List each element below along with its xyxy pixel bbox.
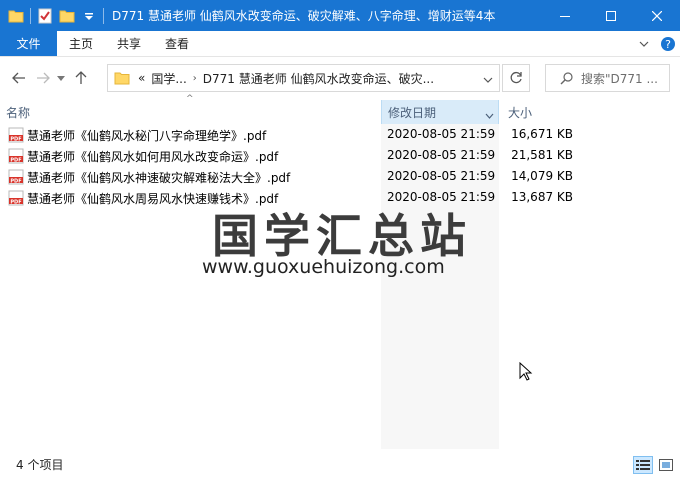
arrow-right-icon (37, 72, 50, 84)
column-header-date[interactable]: 修改日期 (381, 100, 499, 124)
column-filter-button[interactable] (485, 108, 494, 122)
file-name: 慧通老师《仙鹤风水如何用风水改变命运》.pdf (27, 150, 279, 164)
tab-file[interactable]: 文件 (0, 31, 57, 56)
up-button[interactable] (70, 66, 92, 90)
help-icon: ? (661, 36, 675, 51)
chevron-down-icon (483, 77, 493, 83)
folder-icon (114, 71, 132, 85)
address-bar[interactable]: « 国学... › D771 慧通老师 仙鹤风水改变命运、破灾... (107, 64, 500, 92)
pdf-file-icon: PDF (8, 127, 24, 143)
navigation-bar: « 国学... › D771 慧通老师 仙鹤风水改变命运、破灾... 搜索"D7… (0, 58, 680, 98)
file-row[interactable]: PDF 慧通老师《仙鹤风水秘门八字命理绝学》.pdf 2020-08-05 21… (0, 124, 600, 145)
file-name: 慧通老师《仙鹤风水秘门八字命理绝学》.pdf (27, 129, 267, 143)
mouse-cursor-icon (519, 362, 533, 381)
column-header-date-label: 修改日期 (388, 105, 437, 120)
file-date: 2020-08-05 21:59 (387, 148, 496, 162)
close-button[interactable] (634, 0, 680, 31)
tab-share[interactable]: 共享 (105, 31, 153, 56)
svg-text:PDF: PDF (10, 136, 21, 142)
file-date: 2020-08-05 21:59 (387, 169, 496, 183)
back-button[interactable] (8, 66, 30, 90)
item-count: 4 个项目 (16, 458, 64, 472)
large-icons-view-icon (659, 459, 673, 471)
tab-home[interactable]: 主页 (57, 31, 105, 56)
refresh-icon (510, 71, 522, 84)
arrow-left-icon (12, 72, 25, 84)
window-title: D771 慧通老师 仙鹤风水改变命运、破灾解难、八字命理、增财运等4本 (112, 9, 496, 23)
ribbon-tabs: 文件 主页 共享 查看 ? (0, 31, 680, 57)
chevron-down-icon (57, 75, 65, 81)
search-input[interactable]: 搜索"D771 ... (581, 70, 658, 87)
maximize-button[interactable] (588, 0, 634, 31)
file-list: PDF 慧通老师《仙鹤风水秘门八字命理绝学》.pdf 2020-08-05 21… (0, 124, 680, 449)
svg-text:PDF: PDF (10, 199, 21, 205)
divider (103, 7, 104, 24)
column-headers: 名称 修改日期 大小 (0, 100, 680, 124)
folder-icon[interactable] (8, 8, 24, 24)
file-row[interactable]: PDF 慧通老师《仙鹤风水如何用风水改变命运》.pdf 2020-08-05 2… (0, 145, 600, 166)
arrow-up-icon (75, 71, 87, 84)
new-folder-icon[interactable] (59, 8, 75, 24)
breadcrumb-overflow[interactable]: « (138, 71, 145, 85)
quick-access-toolbar (0, 0, 110, 31)
file-date: 2020-08-05 21:59 (387, 127, 496, 141)
watermark-url: www.guoxuehuizong.com (202, 256, 445, 278)
divider (30, 7, 31, 24)
recent-locations-button[interactable] (54, 66, 68, 90)
chevron-right-icon[interactable]: › (193, 73, 197, 84)
forward-button[interactable] (32, 66, 54, 90)
chevron-down-icon (485, 113, 494, 119)
pdf-file-icon: PDF (8, 190, 24, 206)
svg-text:PDF: PDF (10, 178, 21, 184)
file-size: 21,581 KB (511, 148, 573, 162)
file-size: 13,687 KB (511, 190, 573, 204)
window-controls (542, 0, 680, 31)
refresh-button[interactable] (502, 64, 530, 92)
title-bar: D771 慧通老师 仙鹤风水改变命运、破灾解难、八字命理、增财运等4本 (0, 0, 680, 31)
details-view-icon (636, 460, 650, 470)
tab-view[interactable]: 查看 (153, 31, 201, 56)
minimize-button[interactable] (542, 0, 588, 31)
breadcrumb-parent[interactable]: 国学... (151, 70, 186, 87)
file-size: 16,671 KB (511, 127, 573, 141)
address-dropdown-button[interactable] (483, 72, 493, 86)
svg-text:PDF: PDF (10, 157, 21, 163)
large-icons-view-button[interactable] (656, 456, 676, 474)
search-box[interactable]: 搜索"D771 ... (545, 64, 670, 92)
details-view-button[interactable] (633, 456, 653, 474)
help-button[interactable]: ? (656, 31, 680, 56)
close-icon (652, 10, 662, 21)
column-header-name[interactable]: 名称 (6, 100, 380, 124)
pdf-file-icon: PDF (8, 148, 24, 164)
search-icon (560, 71, 573, 85)
svg-text:?: ? (665, 38, 671, 51)
breadcrumb-current[interactable]: D771 慧通老师 仙鹤风水改变命运、破灾... (203, 70, 434, 87)
file-name: 慧通老师《仙鹤风水神速破灾解难秘法大全》.pdf (27, 171, 291, 185)
file-row[interactable]: PDF 慧通老师《仙鹤风水神速破灾解难秘法大全》.pdf 2020-08-05 … (0, 166, 600, 187)
status-bar: 4 个项目 (0, 452, 680, 477)
minimize-icon (560, 15, 570, 17)
file-size: 14,079 KB (511, 169, 573, 183)
pdf-file-icon: PDF (8, 169, 24, 185)
column-header-size[interactable]: 大小 (500, 100, 580, 124)
customize-toolbar-icon[interactable] (81, 8, 97, 24)
chevron-down-icon (639, 41, 649, 47)
maximize-icon (606, 10, 616, 21)
properties-icon[interactable] (37, 8, 53, 24)
expand-ribbon-button[interactable] (632, 31, 656, 56)
